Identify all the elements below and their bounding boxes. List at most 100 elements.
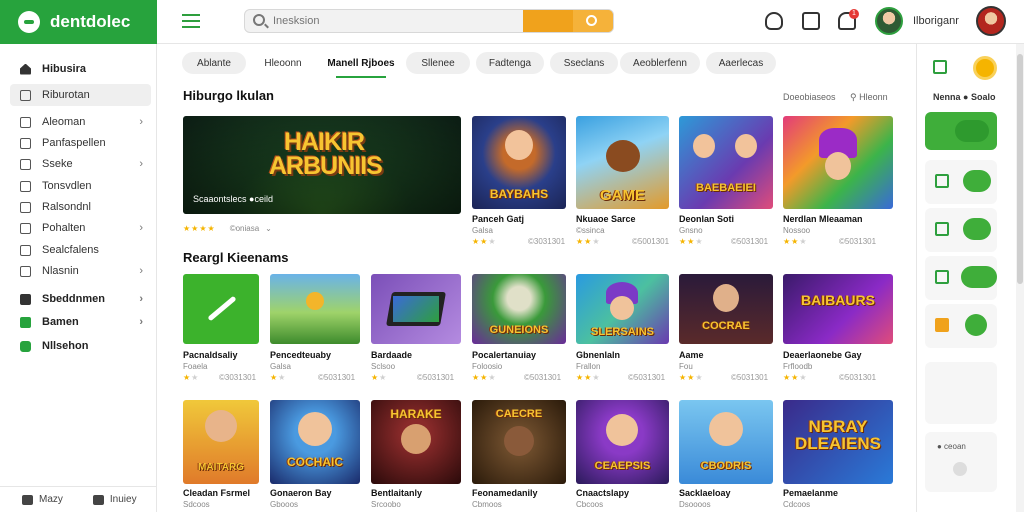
tab-sseclans[interactable]: Sseclans	[550, 52, 618, 74]
game-rating: ★★	[270, 373, 286, 382]
game-rating: ★★	[183, 373, 199, 382]
game-subtitle: Frallon	[576, 362, 601, 371]
game-card[interactable]: Nerdlan Mleaaman Nossoo ★★★ ©5031301	[783, 116, 893, 246]
game-meta: ©3031301	[528, 237, 566, 246]
game-card[interactable]: BAEBAEIEI Deonlan Soti Gnsno ★★★ ©503130…	[679, 116, 773, 246]
footer-item-mazy[interactable]: Mazy	[22, 494, 63, 505]
game-card[interactable]: MAITARG Cleadan Fsrmel Sdcoos	[183, 400, 259, 509]
sidebar-item-riburotan[interactable]: Riburotan	[10, 84, 151, 106]
sidebar-item-bamen[interactable]: Bamen ›	[10, 311, 151, 333]
sidebar-item-panfaspellen[interactable]: Panfaspellen	[10, 132, 151, 154]
section-meta[interactable]: Doeobiaseos	[783, 92, 836, 102]
game-thumbnail: CAECRE	[472, 400, 566, 484]
game-meta: ©5031301	[628, 373, 666, 382]
game-card[interactable]: CAECRE Feonamedanily Cbmoos	[472, 400, 566, 509]
promo-card[interactable]: ● ceoan	[925, 432, 997, 492]
right-panel: Nenna ● Soalo ● ceoan	[916, 44, 1024, 512]
game-art-title: BAEBAEIEI	[696, 182, 756, 194]
sidebar-item-sealcfalens[interactable]: Sealcfalens	[10, 239, 151, 261]
game-card[interactable]: COCRAE Aame Fou ★★★ ©5031301	[679, 274, 773, 382]
game-meta: ©5031301	[839, 373, 877, 382]
profile-avatar[interactable]	[976, 6, 1006, 36]
filter-icon: ⚲	[850, 92, 860, 102]
game-meta: ©5031301	[524, 373, 562, 382]
gift-icon[interactable]	[802, 12, 820, 30]
sidebar-item-ralsondnl[interactable]: Ralsondnl	[10, 196, 151, 218]
bell-icon[interactable]: 1	[838, 9, 859, 30]
game-card[interactable]: HARAKE Bentlaitanly Srcoobo	[371, 400, 461, 509]
game-subtitle: Galsa	[472, 226, 493, 235]
sidebar-item-sseke[interactable]: Sseke ›	[10, 153, 151, 175]
game-card[interactable]: CBODRIS Sacklaeloay Dsoooos	[679, 400, 773, 509]
tab-aaerlecas[interactable]: Aaerlecas	[706, 52, 776, 74]
side-card[interactable]	[925, 304, 997, 348]
game-meta: ©5001301	[632, 237, 670, 246]
scrollbar[interactable]	[1016, 44, 1024, 512]
chevron-right-icon: ›	[139, 265, 143, 277]
game-card[interactable]: Pencedteuaby Galsa ★★ ©5031301	[270, 274, 360, 382]
game-subtitle: ©ssinca	[576, 226, 605, 235]
footer-item-inuiey[interactable]: Inuiey	[92, 494, 137, 505]
promo-green-card[interactable]	[925, 112, 997, 150]
logo[interactable]: dentdolec	[0, 0, 157, 44]
side-card[interactable]	[925, 208, 997, 252]
chat-icon	[22, 494, 33, 505]
side-card[interactable]	[925, 256, 997, 300]
game-thumbnail: COCRAE	[679, 274, 773, 344]
avatar[interactable]	[875, 7, 903, 35]
cloud-icon[interactable]	[765, 12, 783, 30]
sidebar-item-nlasnin[interactable]: Nlasnin ›	[10, 260, 151, 282]
game-title: Bardaade	[371, 350, 413, 360]
featured-rating-text: ©oniasa	[229, 224, 260, 233]
game-title: Sacklaeloay	[679, 488, 731, 498]
game-meta: ©5031301	[839, 237, 877, 246]
grid-icon	[20, 201, 31, 213]
game-card[interactable]: COCHAIC Gonaeron Bay Gbooos	[270, 400, 360, 509]
side-card[interactable]	[925, 160, 997, 204]
game-meta: ©5031301	[731, 373, 769, 382]
featured-art-title: HAIKIR ARBUNIIS	[269, 128, 383, 180]
username[interactable]: Ilboriganr	[913, 15, 959, 27]
tab-manell-rjboes[interactable]: Manell Rjboes	[322, 52, 400, 78]
rewards-widget[interactable]: Nenna ● Soalo	[925, 52, 997, 102]
sidebar-footer: Mazy Inuiey	[0, 486, 156, 512]
empty-card[interactable]	[925, 362, 997, 424]
scrollbar-thumb[interactable]	[1017, 54, 1023, 284]
game-card[interactable]: BAYBAHS Panceh Gatj Galsa ★★★ ©3031301	[472, 116, 566, 246]
game-card[interactable]: GAME Nkuaoe Sarce ©ssinca ★★★ ©5001301	[576, 116, 669, 246]
game-card[interactable]: BAIBAURS Deaerlaonebe Gay Frfloodb ★★★ ©…	[783, 274, 893, 382]
game-card[interactable]: Bardaade Sclsoo ★★ ©5031301	[371, 274, 461, 382]
game-art-title: CEAEPSIS	[594, 460, 651, 472]
game-thumbnail: BAYBAHS	[472, 116, 566, 209]
sidebar-item-tonsvdlen[interactable]: Tonsvdlen	[10, 175, 151, 197]
sidebar-item-home[interactable]: Hibusira	[10, 58, 151, 80]
chevron-down-icon[interactable]: ⌄	[265, 224, 272, 233]
grid-icon	[20, 137, 31, 149]
sidebar-item-aleoman[interactable]: Aleoman ›	[10, 111, 151, 133]
search-input[interactable]	[273, 13, 523, 29]
menu-icon[interactable]	[182, 14, 200, 28]
sidebar-item-pohalten[interactable]: Pohalten ›	[10, 217, 151, 239]
tab-aeoblerfenn[interactable]: Aeoblerfenn	[620, 52, 700, 74]
game-card[interactable]: CEAEPSIS Cnaactslapy Cbcoos	[576, 400, 669, 509]
tab-fadtenga[interactable]: Fadtenga	[476, 52, 544, 74]
game-card[interactable]: SLERSAINS Gbnenlaln Frallon ★★★ ©5031301	[576, 274, 669, 382]
game-subtitle: Foaela	[183, 362, 208, 371]
section-meta-2[interactable]: ⚲ Hleonn	[850, 92, 888, 103]
tab-ablante[interactable]: Ablante	[182, 52, 246, 74]
sidebar-item-nllsehon[interactable]: Nllsehon	[10, 335, 151, 357]
section-title-featured: Hiburgo lkulan	[183, 88, 274, 103]
grid-icon	[20, 222, 31, 234]
game-card[interactable]: NBRAY DLEAIENS Pemaelanme Cdcoos	[783, 400, 893, 509]
tab-hleoonn[interactable]: Hleoonn	[250, 52, 316, 74]
search-button[interactable]	[523, 10, 613, 32]
game-card[interactable]: Pacnaldsaliy Foaela ★★ ©3031301	[183, 274, 259, 382]
featured-banner[interactable]: HAIKIR ARBUNIIS Scaaontslecs ●ceild	[183, 116, 461, 214]
sidebar-item-sbeddnmen[interactable]: Sbeddnmen ›	[10, 288, 151, 310]
section-title-popular: Reargl Kieenams	[183, 250, 289, 265]
game-card[interactable]: GUNEIONS Pocalertanuiay Foloosio ★★★ ©50…	[472, 274, 566, 382]
star-icon: ★	[199, 224, 207, 233]
game-art-title: MAITARG	[198, 462, 244, 473]
search-icon	[253, 14, 265, 26]
tab-sllenee[interactable]: Sllenee	[406, 52, 470, 74]
